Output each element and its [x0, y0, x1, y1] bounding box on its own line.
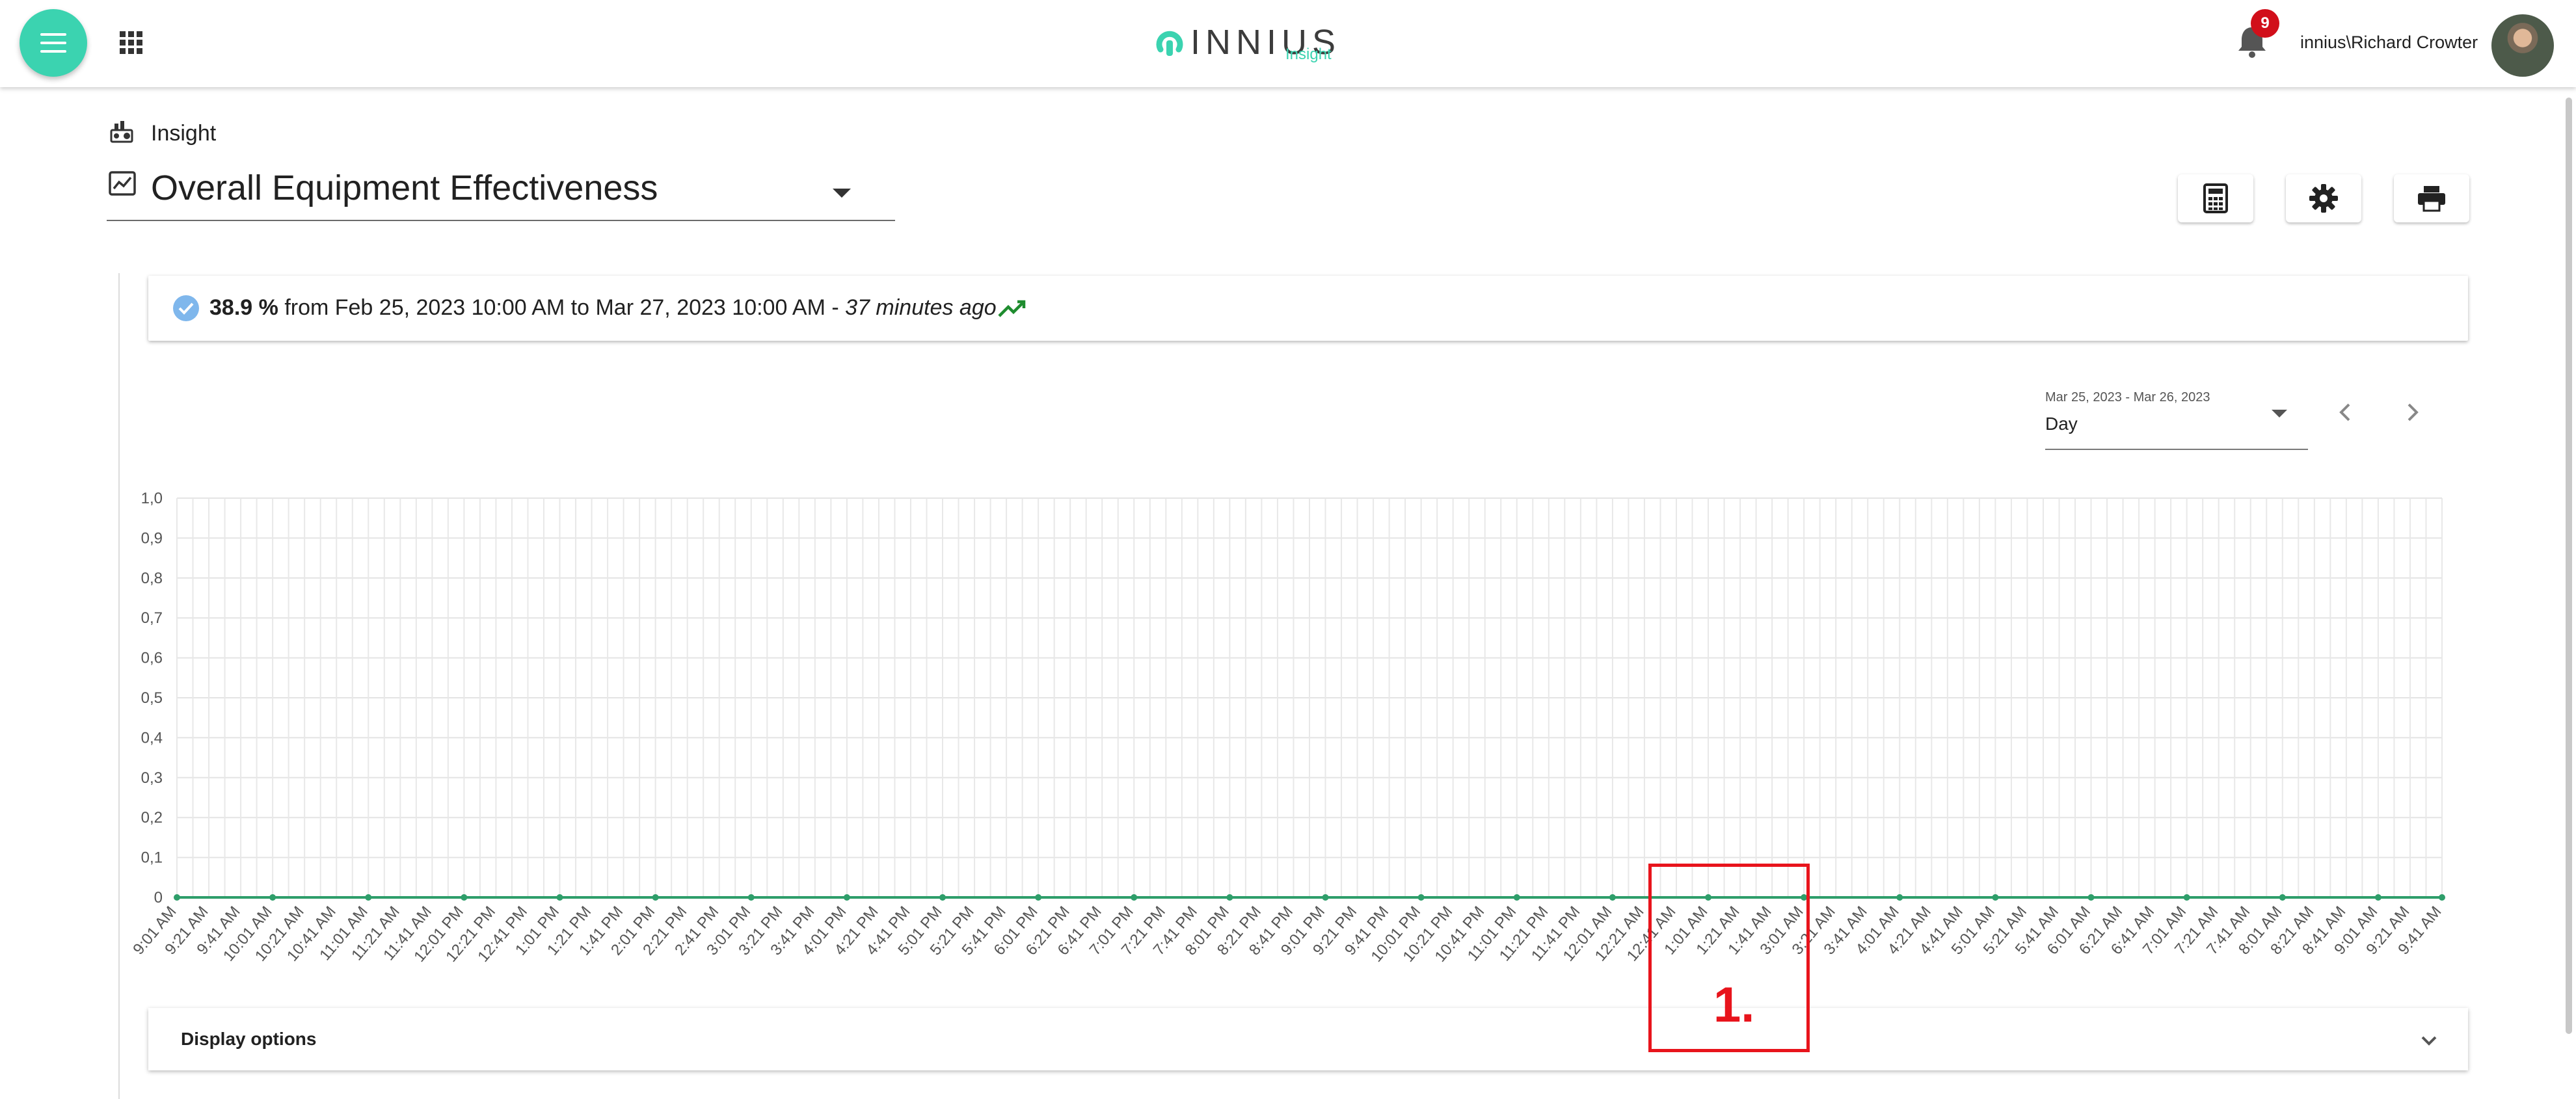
period-range: Mar 25, 2023 - Mar 26, 2023 [2045, 390, 2210, 404]
data-point [1035, 894, 1042, 901]
data-point [1226, 894, 1233, 901]
y-tick-label: 0,6 [141, 650, 163, 667]
print-button[interactable] [2394, 174, 2469, 222]
data-point [939, 894, 946, 901]
data-point [1609, 894, 1616, 901]
data-point [365, 894, 372, 901]
kpi-select[interactable]: Overall Equipment Effectiveness [107, 164, 895, 221]
oee-percentage: 38.9 % [209, 295, 278, 320]
data-point [1131, 894, 1138, 901]
dashboard-icon [110, 121, 133, 143]
summary-range: from Feb 25, 2023 10:00 AM to Mar 27, 20… [284, 295, 839, 320]
summary-updated-ago: 37 minutes ago [845, 295, 997, 320]
chevron-down-icon [2272, 410, 2287, 417]
data-point [1322, 894, 1329, 901]
data-point [1513, 894, 1520, 901]
print-icon [2418, 186, 2445, 212]
data-point [556, 894, 563, 901]
kpi-select-value: Overall Equipment Effectiveness [151, 168, 658, 207]
section-divider [118, 273, 120, 1099]
period-select[interactable]: Mar 25, 2023 - Mar 26, 2023 Day [2045, 386, 2308, 450]
y-tick-label: 0,4 [141, 729, 163, 747]
menu-button[interactable] [20, 9, 87, 77]
calculator-icon [2203, 183, 2228, 213]
gear-icon [2309, 184, 2338, 213]
logo-mark-icon [1156, 31, 1183, 56]
data-point [652, 894, 659, 901]
calculator-button[interactable] [2178, 174, 2253, 222]
y-tick-label: 0,5 [141, 689, 163, 707]
y-tick-label: 0,2 [141, 809, 163, 827]
chevron-left-icon[interactable] [2331, 398, 2360, 427]
check-circle-icon [173, 295, 199, 321]
data-point [1992, 894, 1999, 901]
logo-subtitle: Insight [1285, 46, 1332, 63]
y-tick-label: 0,8 [141, 570, 163, 587]
breadcrumb-insight[interactable]: Insight [151, 121, 216, 146]
chart-line-icon [109, 171, 136, 196]
y-tick-label: 0,3 [141, 769, 163, 787]
data-point [2279, 894, 2286, 901]
data-point [2183, 894, 2190, 901]
data-point [461, 894, 468, 901]
data-point [843, 894, 850, 901]
annotation-label: 1. [1713, 977, 1755, 1033]
oee-line-chart: 1,00,90,80,70,60,50,40,30,20,109:01 AM9:… [130, 490, 2445, 966]
data-point [1417, 894, 1425, 901]
display-options-label: Display options [181, 1029, 317, 1049]
settings-button[interactable] [2286, 174, 2361, 222]
y-tick-label: 0,7 [141, 609, 163, 627]
y-tick-label: 0 [154, 889, 163, 907]
chevron-right-icon[interactable] [2398, 398, 2426, 427]
data-point [2374, 894, 2381, 901]
period-value: Day [2045, 414, 2078, 434]
y-tick-label: 0,9 [141, 529, 163, 547]
data-point [747, 894, 755, 901]
data-point [174, 894, 180, 901]
y-tick-label: 1,0 [141, 490, 163, 507]
username[interactable]: innius\Richard Crowter [2300, 33, 2478, 53]
menu-icon [40, 33, 66, 53]
summary-text: 38.9 % from Feb 25, 2023 10:00 AM to Mar… [209, 295, 997, 321]
notification-badge: 9 [2251, 9, 2279, 38]
oee-summary-card: 38.9 % from Feb 25, 2023 10:00 AM to Mar… [148, 276, 2468, 341]
data-point [1896, 894, 1903, 901]
page-scrollbar[interactable] [2566, 98, 2572, 1034]
chevron-down-icon [833, 189, 851, 198]
data-point [269, 894, 276, 901]
trending-up-icon [998, 300, 1026, 317]
display-options-panel[interactable]: Display options [148, 1008, 2468, 1070]
innius-logo[interactable]: INNIUS Insight [1151, 17, 1340, 69]
apps-grid-icon[interactable] [118, 30, 144, 56]
y-tick-label: 0,1 [141, 849, 163, 867]
data-point [2087, 894, 2095, 901]
expand-more-icon[interactable] [2416, 1027, 2442, 1053]
app-bar: INNIUS Insight 9 innius\Richard Crowter [0, 0, 2576, 87]
avatar[interactable] [2491, 14, 2554, 77]
data-point [2439, 894, 2445, 901]
